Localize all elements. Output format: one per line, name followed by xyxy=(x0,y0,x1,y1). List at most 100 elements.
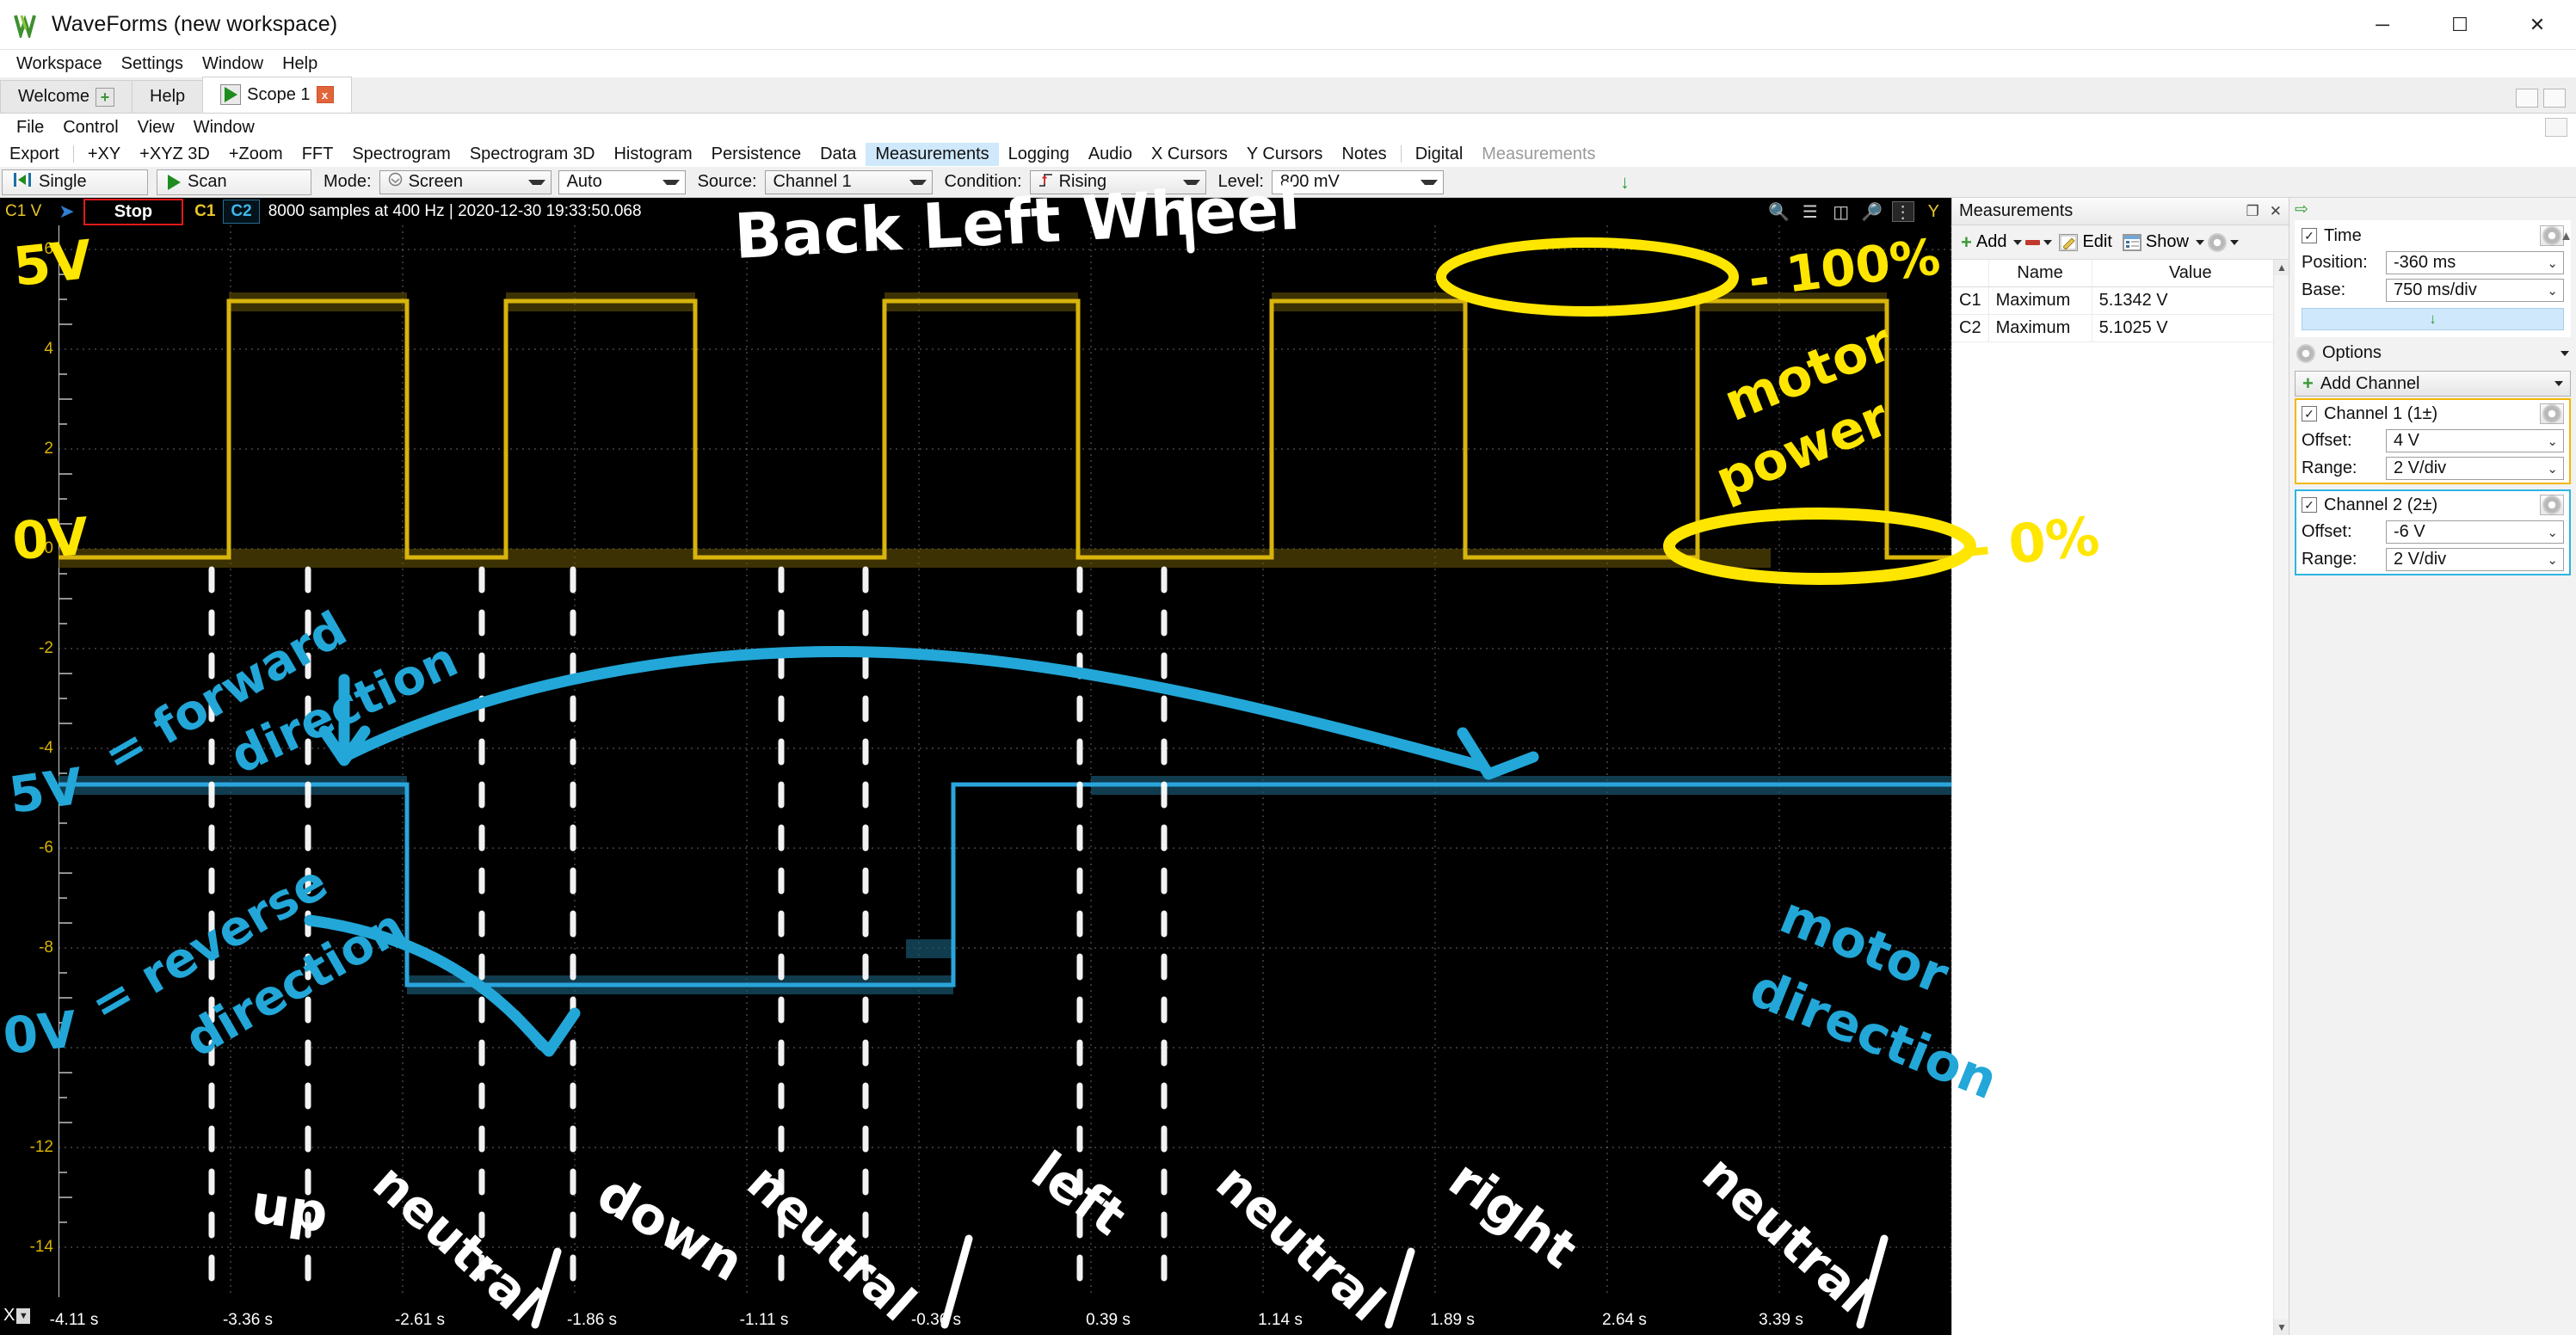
toolbar-spectrogram[interactable]: Spectrogram xyxy=(342,143,460,166)
add-dropdown-caret-icon[interactable] xyxy=(2013,239,2023,245)
ch1-range-select[interactable]: 2 V/div ⌄ xyxy=(2386,457,2564,480)
scope-menu-window[interactable]: Window xyxy=(184,115,264,140)
channel-1-gear-icon[interactable] xyxy=(2540,403,2564,424)
options-row[interactable]: Options xyxy=(2289,337,2576,369)
time-section-header: ✓ Time xyxy=(2296,222,2569,249)
ch1-range-value: 2 V/div xyxy=(2394,458,2447,477)
chevron-down-icon-x[interactable]: ▼ xyxy=(16,1307,31,1324)
plot-area[interactable]: 6 4 2 0 -2 -4 -6 -8 -10 -12 -14 xyxy=(0,225,1951,1301)
channel-1-checkbox[interactable]: ✓ xyxy=(2302,406,2317,421)
stacked-view-icon[interactable]: ◫ xyxy=(1830,201,1852,222)
tab-welcome[interactable]: Welcome + xyxy=(0,80,132,113)
y-axis-button[interactable]: Y xyxy=(1923,202,1944,222)
measurements-scrollbar[interactable]: ▲ ▼ xyxy=(2273,260,2289,1335)
collapse-arrow-icon[interactable]: ↓ xyxy=(1620,171,1630,194)
toolbar-xy[interactable]: +XY xyxy=(78,143,130,166)
x-axis-button[interactable]: X ▼ xyxy=(3,1306,31,1326)
mode-select[interactable]: Screen xyxy=(379,169,552,194)
position-select[interactable]: -360 ms ⌄ xyxy=(2386,251,2564,274)
add-channel-button[interactable]: + Add Channel xyxy=(2295,371,2571,397)
tab-scope-1[interactable]: Scope 1 x xyxy=(202,77,352,113)
toolbar-notes[interactable]: Notes xyxy=(1332,143,1396,166)
zoom-in-icon[interactable]: 🔍 xyxy=(1768,201,1790,222)
toolbar-histogram[interactable]: Histogram xyxy=(604,143,701,166)
toolbar-x-cursors[interactable]: X Cursors xyxy=(1142,143,1237,166)
remove-dropdown-caret-icon[interactable] xyxy=(2043,239,2053,245)
stop-button[interactable]: Stop xyxy=(83,198,184,225)
scope-menu-file[interactable]: File xyxy=(7,115,53,140)
scope-settings-panel: ⇨ ▲ ✓ Time Position: -360 ms ⌄ Base: 750… xyxy=(2289,198,2576,1335)
menu-help[interactable]: Help xyxy=(273,52,327,77)
close-button[interactable]: ✕ xyxy=(2499,0,2576,50)
maximize-button[interactable]: ☐ xyxy=(2421,0,2499,50)
toolbar-logging[interactable]: Logging xyxy=(999,143,1079,166)
show-measurement-button[interactable]: Show xyxy=(2119,231,2192,254)
menu-window[interactable]: Window xyxy=(193,52,273,77)
base-select[interactable]: 750 ms/div ⌄ xyxy=(2386,279,2564,302)
add-channel-caret-icon[interactable] xyxy=(2554,381,2563,386)
normal-view-icon[interactable]: ☰ xyxy=(1799,201,1821,222)
ch1-offset-label: Offset: xyxy=(2302,431,2352,450)
c2-chip[interactable]: C2 xyxy=(223,200,260,224)
scroll-down-icon[interactable]: ▼ xyxy=(2274,1320,2289,1335)
menu-workspace[interactable]: Workspace xyxy=(7,52,112,77)
scroll-up-icon[interactable]: ▲ xyxy=(2274,260,2289,275)
float-panel-icon[interactable]: ❐ xyxy=(2246,203,2259,220)
dock-icon[interactable] xyxy=(2545,118,2567,137)
toolbar-fft[interactable]: FFT xyxy=(293,143,343,166)
toolbar-data[interactable]: Data xyxy=(810,143,866,166)
toolbar-spectrogram3d[interactable]: Spectrogram 3D xyxy=(460,143,605,166)
ch2-range-select[interactable]: 2 V/div ⌄ xyxy=(2386,548,2564,571)
scope-menu-control[interactable]: Control xyxy=(53,115,127,140)
table-row[interactable]: C2 Maximum 5.1025 V xyxy=(1952,314,2290,342)
add-measurement-button[interactable]: + Add xyxy=(1957,231,2010,254)
table-row[interactable]: C1 Maximum 5.1342 V xyxy=(1952,286,2290,315)
level-select[interactable]: 800 mV xyxy=(1271,169,1444,194)
channel-2-gear-icon[interactable] xyxy=(2540,495,2564,515)
toolbar-zoom[interactable]: +Zoom xyxy=(219,143,293,166)
scope-menu-view[interactable]: View xyxy=(128,115,184,140)
tab-help[interactable]: Help xyxy=(132,80,204,113)
close-tab-icon[interactable]: x xyxy=(316,86,334,103)
ch1-offset-select[interactable]: 4 V ⌄ xyxy=(2386,429,2564,452)
autoscale-icon[interactable]: ⋮ xyxy=(1891,201,1914,222)
expand-right-icon[interactable]: ⇨ xyxy=(2295,200,2308,219)
toolbar-export[interactable]: Export xyxy=(0,143,69,166)
remove-measurement-icon[interactable] xyxy=(2025,239,2041,245)
gear-icon[interactable] xyxy=(2207,232,2227,252)
ch2-range-value: 2 V/div xyxy=(2394,550,2447,569)
edit-measurement-button[interactable]: Edit xyxy=(2055,231,2115,254)
device-icon[interactable] xyxy=(2516,89,2538,108)
close-panel-icon[interactable]: ✕ xyxy=(2270,203,2282,220)
settings-scroll-up-icon[interactable]: ▲ xyxy=(2560,229,2573,243)
toolbar-measurements[interactable]: Measurements xyxy=(866,142,999,166)
toolbar-digital[interactable]: Digital xyxy=(1406,143,1473,166)
source-select[interactable]: Channel 1 xyxy=(764,169,933,194)
gear-dropdown-caret-icon[interactable] xyxy=(2229,239,2239,245)
time-collapse-bar[interactable]: ↓ xyxy=(2302,308,2564,330)
toolbar-y-cursors[interactable]: Y Cursors xyxy=(1237,143,1333,166)
c1-chip[interactable]: C1 xyxy=(187,200,224,224)
channel-2-checkbox[interactable]: ✓ xyxy=(2302,497,2317,513)
screen-mode-icon xyxy=(388,172,403,192)
ch2-offset-select[interactable]: -6 V ⌄ xyxy=(2386,520,2564,544)
add-tab-icon[interactable]: + xyxy=(96,87,114,107)
toolbar-persistence[interactable]: Persistence xyxy=(702,143,811,166)
x-tick-6: 0.39 s xyxy=(1086,1311,1131,1329)
show-dropdown-caret-icon[interactable] xyxy=(2195,239,2204,245)
settings-icon[interactable] xyxy=(2543,89,2566,108)
minimize-button[interactable]: ─ xyxy=(2344,0,2421,50)
condition-select[interactable]: Rising xyxy=(1029,169,1206,194)
toolbar-audio[interactable]: Audio xyxy=(1079,143,1142,166)
trigger-auto-select[interactable]: Auto xyxy=(558,169,686,194)
zoom-out-icon[interactable]: 🔎 xyxy=(1861,201,1883,222)
grid-svg xyxy=(58,225,1951,1301)
acquisition-info: 8000 samples at 400 Hz | 2020-12-30 19:3… xyxy=(268,202,642,220)
menu-settings[interactable]: Settings xyxy=(112,52,193,77)
options-caret-icon[interactable] xyxy=(2561,350,2569,356)
scan-button[interactable]: Scan xyxy=(157,169,311,195)
measurements-panel-header: Measurements ❐ ✕ xyxy=(1952,198,2289,225)
toolbar-xyz3d[interactable]: +XYZ 3D xyxy=(130,143,219,166)
single-button[interactable]: Single xyxy=(2,169,148,195)
time-checkbox[interactable]: ✓ xyxy=(2302,228,2317,243)
